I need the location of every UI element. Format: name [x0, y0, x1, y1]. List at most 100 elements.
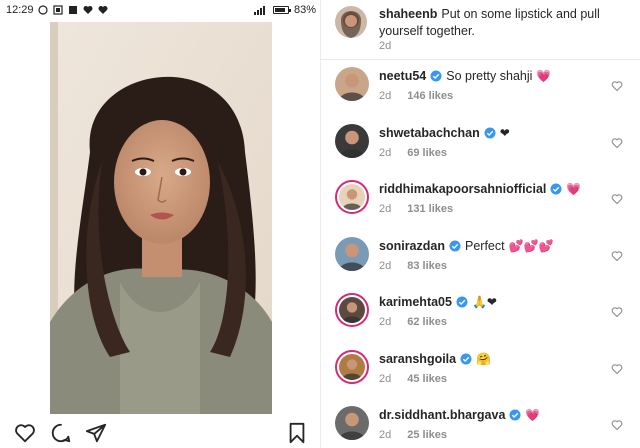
comment-username[interactable]: karimehta05	[379, 295, 452, 309]
avatar-image	[339, 184, 365, 210]
paper-plane-icon[interactable]	[85, 422, 107, 444]
avatar[interactable]	[335, 293, 369, 327]
comment-likes[interactable]: 131 likes	[407, 203, 453, 215]
small-heart-outline-icon[interactable]	[611, 419, 623, 431]
status-right: 83%	[253, 4, 316, 16]
avatar-image	[335, 406, 369, 440]
verified-badge-icon	[430, 70, 442, 82]
post-caption: shaheenb Put on some lipstick and pull yo…	[321, 0, 640, 60]
comment-emoji: 💗	[566, 182, 582, 196]
comment-line: karimehta05 🙏❤	[379, 295, 497, 309]
avatar[interactable]	[335, 6, 367, 38]
heart-outline-icon[interactable]	[14, 422, 36, 444]
avatar-image	[335, 67, 369, 101]
post-actions	[0, 418, 320, 448]
comment-meta: 2d 62 likes	[379, 316, 447, 328]
caption-username[interactable]: shaheenb	[379, 7, 437, 21]
avatar-image	[335, 123, 369, 158]
comment-text: So pretty shahji	[446, 69, 533, 83]
small-heart-outline-icon[interactable]	[611, 363, 623, 375]
comment-likes[interactable]: 146 likes	[407, 90, 453, 102]
comment-meta: 2d 25 likes	[379, 429, 447, 441]
comment-emoji: 🙏❤	[471, 295, 497, 309]
battery-percent: 83%	[293, 4, 316, 16]
avatar[interactable]	[335, 349, 369, 384]
comment-username[interactable]: shwetabachchan	[379, 126, 480, 140]
comment-time: 2d	[379, 429, 392, 441]
gallery-icon	[53, 5, 63, 15]
comment-username[interactable]: neetu54	[379, 69, 426, 83]
verified-badge-icon	[509, 409, 521, 421]
avatar-image	[335, 6, 367, 38]
message-icon	[69, 6, 77, 14]
comment-emoji: ❤	[499, 125, 510, 140]
comment-username[interactable]: sonirazdan	[379, 239, 445, 253]
comment-emoji: 💗	[525, 408, 541, 422]
comment-time: 2d	[379, 316, 392, 328]
avatar[interactable]	[335, 406, 369, 440]
portrait-image	[50, 22, 272, 414]
small-heart-outline-icon[interactable]	[611, 250, 623, 262]
signal-icon	[253, 5, 265, 15]
bookmark-icon[interactable]	[286, 422, 308, 444]
small-heart-outline-icon[interactable]	[611, 193, 623, 205]
verified-badge-icon	[456, 296, 468, 308]
verified-badge-icon	[460, 353, 472, 364]
comment-meta: 2d 69 likes	[379, 147, 447, 159]
comment-item: sonirazdan Perfect 💕💕💕 2d 83 likes	[321, 234, 640, 290]
battery-icon	[272, 6, 291, 14]
comment-item: karimehta05 🙏❤ 2d 62 likes	[321, 290, 640, 346]
comment-line: sonirazdan Perfect 💕💕💕	[379, 239, 553, 253]
comment-line: shwetabachchan ❤	[379, 126, 510, 140]
comment-username[interactable]: saranshgoila	[379, 352, 456, 366]
avatar[interactable]	[335, 180, 369, 214]
avatar-image	[335, 236, 369, 271]
comment-item: saranshgoila 🤗 2d 45 likes	[321, 347, 640, 403]
heart-icon	[98, 6, 108, 14]
heart-icon	[83, 6, 93, 14]
comment-meta: 2d 131 likes	[379, 203, 453, 215]
small-heart-outline-icon[interactable]	[611, 80, 623, 92]
comment-item: shwetabachchan ❤ 2d 69 likes	[321, 121, 640, 177]
comment-item: riddhimakapoorsahniofficial 💗 2d 131 likes	[321, 177, 640, 233]
verified-badge-icon	[449, 240, 461, 251]
comment-line: riddhimakapoorsahniofficial 💗	[379, 182, 581, 196]
comment-likes[interactable]: 62 likes	[407, 316, 447, 328]
caption-time: 2d	[379, 40, 392, 52]
comment-username[interactable]: riddhimakapoorsahniofficial	[379, 182, 546, 196]
whatsapp-icon	[38, 5, 48, 15]
comment-time: 2d	[379, 372, 392, 385]
comment-likes[interactable]: 69 likes	[407, 147, 447, 159]
comment-line: dr.siddhant.bhargava 💗	[379, 408, 540, 422]
comment-likes[interactable]: 25 likes	[407, 429, 447, 441]
status-bar: 12:29 83%	[0, 0, 320, 22]
comment-time: 2d	[379, 259, 392, 272]
verified-badge-icon	[550, 183, 562, 195]
comment-item: dr.siddhant.bhargava 💗 2d 25 likes	[321, 403, 640, 448]
comment-likes[interactable]: 45 likes	[407, 373, 447, 385]
comment-item: neetu54 So pretty shahji 💗 2d 146 likes	[321, 64, 640, 120]
avatar[interactable]	[335, 67, 369, 101]
comment-time: 2d	[379, 203, 392, 215]
comment-emoji: 🤗	[476, 351, 492, 366]
comments-pane: shaheenb Put on some lipstick and pull yo…	[320, 0, 640, 448]
avatar-image	[339, 297, 365, 323]
verified-badge-icon	[484, 127, 496, 138]
comment-time: 2d	[379, 90, 392, 102]
comment-meta: 2d 83 likes	[379, 260, 447, 272]
avatar[interactable]	[335, 236, 369, 271]
small-heart-outline-icon[interactable]	[611, 137, 623, 149]
comment-text: Perfect	[465, 238, 505, 253]
caption-text: shaheenb Put on some lipstick and pull yo…	[379, 6, 629, 40]
post-photo[interactable]	[50, 22, 272, 414]
comment-username[interactable]: dr.siddhant.bhargava	[379, 408, 505, 422]
comment-meta: 2d 45 likes	[379, 373, 447, 385]
comment-likes[interactable]: 83 likes	[407, 260, 447, 272]
small-heart-outline-icon[interactable]	[611, 306, 623, 318]
comment-line: neetu54 So pretty shahji 💗	[379, 69, 551, 83]
status-notification-icons	[38, 5, 108, 15]
avatar[interactable]	[335, 123, 369, 158]
post-pane: 12:29 83%	[0, 0, 320, 448]
status-time: 12:29	[6, 4, 34, 16]
comment-bubble-icon[interactable]	[50, 422, 72, 444]
